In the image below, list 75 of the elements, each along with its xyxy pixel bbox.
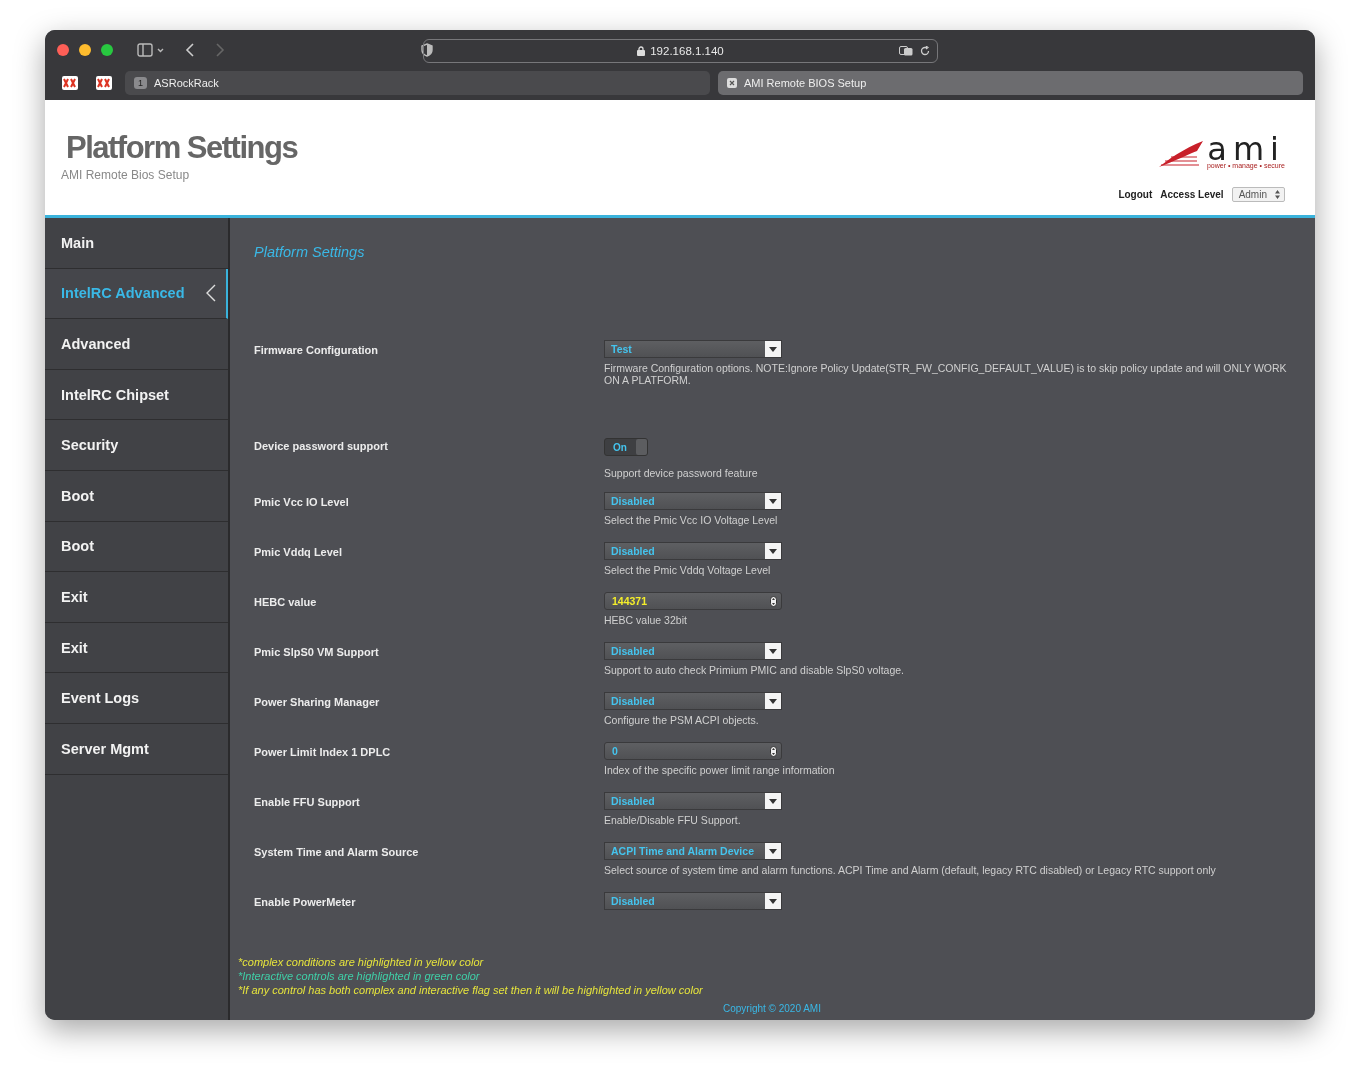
translate-icon[interactable] — [899, 46, 913, 56]
favicon-icon — [96, 76, 112, 90]
setting-description: Support to auto check Primium PMIC and disable SlpS0 voltage. — [604, 664, 904, 676]
setting-label: Power Limit Index 1 DPLC — [254, 745, 392, 760]
setting-label: Device password support — [254, 439, 389, 454]
setting-description: Support device password feature — [604, 467, 758, 479]
legend-note: *Interactive controls are highlighted in green color — [238, 970, 481, 982]
setting-description: Select the Pmic Vddq Voltage Level — [604, 564, 771, 576]
shield-icon[interactable] — [421, 43, 433, 57]
setting-description: Index of the specific power limit range information — [604, 764, 835, 776]
browser-tab[interactable]: 1 ASRockRack — [125, 71, 710, 95]
setting-description: Enable/Disable FFU Support. — [604, 814, 741, 826]
toggle-switch[interactable]: On — [604, 438, 648, 456]
minimize-icon[interactable] — [79, 44, 91, 56]
tab-number-badge: 1 — [134, 77, 147, 89]
page-title: Platform Settings — [66, 130, 298, 166]
lock-icon — [637, 46, 646, 56]
back-icon[interactable] — [185, 43, 195, 57]
access-level-label: Access Level — [1160, 189, 1224, 200]
dropdown-select[interactable]: Disabled — [604, 542, 782, 560]
number-field[interactable]: 144371 — [604, 592, 782, 610]
logo-text: ami — [1207, 136, 1285, 162]
setting-label: Firmware Configuration — [254, 343, 380, 358]
setting-label: HEBC value — [254, 595, 318, 610]
tab-title: AMI Remote BIOS Setup — [744, 77, 867, 89]
favicon-icon — [727, 78, 737, 88]
address-bar[interactable]: 192.168.1.140 — [423, 39, 938, 63]
reload-icon[interactable] — [920, 46, 930, 56]
caret-icon — [765, 543, 781, 559]
dropdown-select[interactable]: ACPI Time and Alarm Device — [604, 842, 782, 860]
caret-icon — [765, 493, 781, 509]
setting-description: HEBC value 32bit — [604, 614, 687, 626]
stepper-icon — [1275, 190, 1280, 199]
setting-label: Pmic Vddq Level — [254, 545, 344, 560]
spinner-icon — [770, 595, 777, 607]
setting-description: Select source of system time and alarm functions. ACPI Time and Alarm (default, legacy RTC disabled) or Legacy RTC support only — [604, 864, 1216, 876]
maximize-icon[interactable] — [101, 44, 113, 56]
caret-icon — [765, 793, 781, 809]
logout-link[interactable]: Logout — [1118, 189, 1153, 200]
caret-icon — [765, 893, 781, 909]
caret-icon — [765, 843, 781, 859]
dropdown-select[interactable]: Disabled — [604, 692, 782, 710]
access-level-select[interactable]: Admin — [1231, 187, 1285, 202]
setting-description: Select the Pmic Vcc IO Voltage Level — [604, 514, 778, 526]
dropdown-select[interactable]: Disabled — [604, 642, 782, 660]
sidebar-icon[interactable] — [137, 43, 165, 57]
caret-icon — [765, 693, 781, 709]
setting-label: Pmic Vcc IO Level — [254, 495, 350, 510]
tab-title: ASRockRack — [154, 77, 219, 89]
copyright-text: Copyright © 2020 AMI — [723, 1003, 821, 1014]
setting-label: System Time and Alarm Source — [254, 845, 420, 860]
chevron-left-icon — [206, 284, 216, 303]
dropdown-select[interactable]: Disabled — [604, 492, 782, 510]
setting-description: Configure the PSM ACPI objects. — [604, 714, 759, 726]
setting-label: Enable FFU Support — [254, 795, 361, 810]
setting-label: Enable PowerMeter — [254, 895, 357, 910]
setting-label: Pmic SlpS0 VM Support — [254, 645, 380, 660]
legend-note: *complex conditions are highlighted in yellow color — [238, 956, 485, 968]
sidebar-item[interactable]: IntelRC Advanced — [45, 268, 228, 320]
favicon-icon — [62, 76, 78, 90]
number-field[interactable]: 0 — [604, 742, 782, 760]
caret-icon — [765, 341, 781, 357]
setting-description: Firmware Configuration options. NOTE:Ignore Policy Update(STR_FW_CONFIG_DEFAULT_VALUE) is to skip policy update and will ONLY WORK ON A PLATFORM. — [604, 362, 1288, 386]
legend-note: *If any control has both complex and interactive flag set then it will be highlighted in yellow color — [238, 984, 704, 996]
page-subtitle: AMI Remote Bios Setup — [61, 168, 191, 182]
url-text: 192.168.1.140 — [650, 45, 724, 57]
caret-icon — [765, 643, 781, 659]
browser-tab[interactable]: AMI Remote BIOS Setup — [718, 71, 1303, 95]
setting-label: Power Sharing Manager — [254, 695, 381, 710]
dropdown-select[interactable]: Disabled — [604, 892, 782, 910]
close-icon[interactable] — [57, 44, 69, 56]
section-title: Platform Settings — [254, 244, 366, 260]
spinner-icon — [770, 745, 777, 757]
dropdown-select[interactable]: Test — [604, 340, 782, 358]
dropdown-select[interactable]: Disabled — [604, 792, 782, 810]
